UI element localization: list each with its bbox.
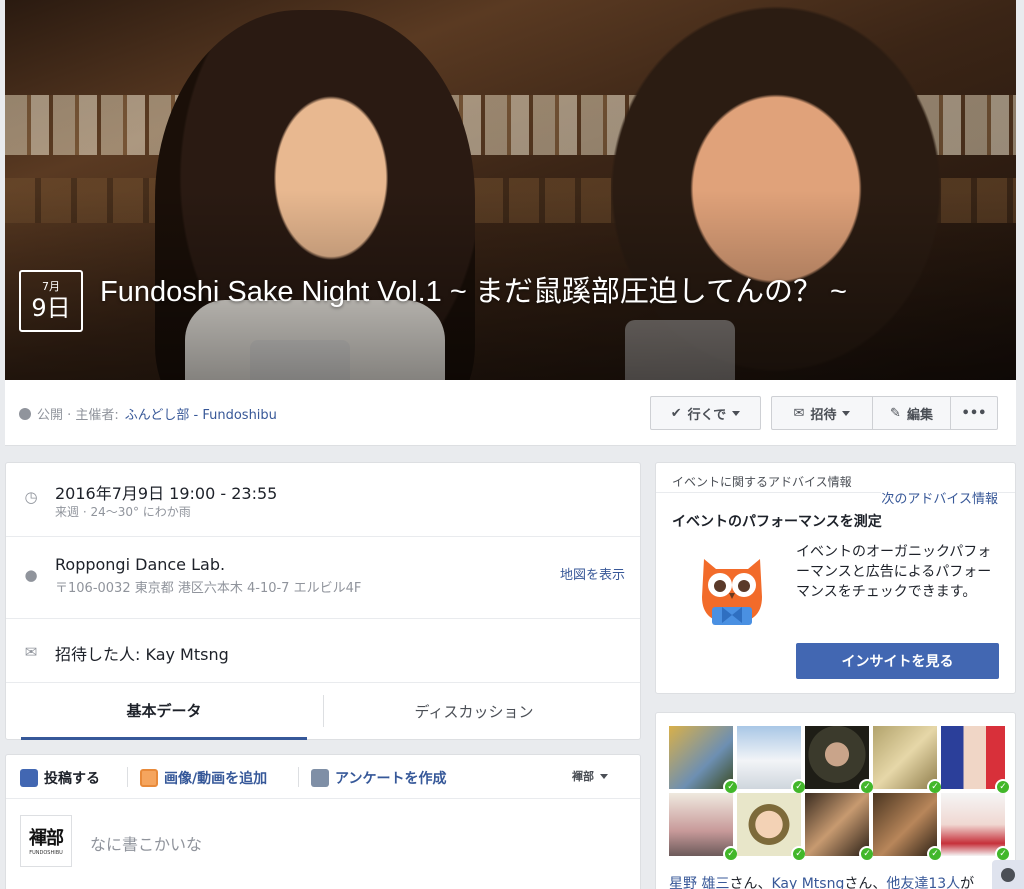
friend-photo[interactable]: ✓ [873,726,943,795]
composer-poll-label: アンケートを作成 [335,771,447,787]
edit-button[interactable]: ✎ 編集 [872,396,951,430]
composer-divider [127,767,128,787]
view-insights-button[interactable]: インサイトを見る [796,643,999,679]
show-map-link[interactable]: 地図を表示 [560,564,625,583]
tab-discussion[interactable]: ディスカッション [324,683,624,740]
check-icon: ✔ [670,405,682,421]
going-button[interactable]: ✔ 行くで [650,396,761,430]
next-tip-link[interactable]: 次のアドバイス情報 [881,488,998,507]
going-label: 行くで [687,407,727,423]
event-tabs: 基本データ ディスカッション [6,683,640,740]
envelope-icon: ✉ [24,643,38,661]
invited-by-row: ✉ 招待した人: Kay Mtsng [6,619,640,683]
owl-icon [702,559,762,625]
friend-photo[interactable]: ✓ [669,726,739,795]
friend-photo[interactable]: ✓ [737,793,807,862]
friend-suffix: さん、 [844,876,887,889]
cover-photo [5,0,1016,380]
more-icon: ••• [961,405,987,421]
friends-tail: が [960,876,975,889]
composer-photo-tab[interactable]: 画像/動画を追加 [140,768,267,788]
globe-icon [19,407,31,420]
event-header-bar: 公開 · 主催者: ふんどし部 - Fundoshibu ✔ 行くで ✉ 招待 … [5,380,1016,446]
privacy-info: 公開 · 主催者: ふんどし部 - Fundoshibu [19,404,277,423]
poll-icon [311,769,329,787]
other-friends-link[interactable]: 他友達13人 [886,876,960,889]
composer-poll-tab[interactable]: アンケートを作成 [311,768,446,788]
pencil-icon [20,769,38,787]
friend-photo[interactable]: ✓ [805,793,875,862]
page-avatar: 褌部 FUNDOSHIBU [20,815,72,867]
photo-icon [140,769,158,787]
friend-photo[interactable]: ✓ [941,726,1011,795]
audience-selector[interactable]: 褌部 [572,768,608,784]
tab-basic-info[interactable]: 基本データ [21,683,307,740]
composer-post-tab[interactable]: 投稿する [20,768,100,788]
envelope-icon: ✉ [793,405,805,421]
chevron-down-icon [842,410,851,416]
event-month: 7月 [42,280,60,293]
composer-input[interactable]: なに書こかいな [90,831,202,855]
composer-tabs: 投稿する 画像/動画を追加 アンケートを作成 褌部 [6,755,640,799]
event-title: Fundoshi Sake Night Vol.1 ~ まだ鼠蹊部圧迫してんの？… [100,276,847,308]
privacy-prefix: 公開 · 主催者: [37,408,119,423]
friends-going-card: ✓ ✓ ✓ ✓ ✓ ✓ ✓ ✓ ✓ ✓ 星野 雄三さん、Kay Mtsngさん、… [655,712,1016,889]
friend-photo[interactable]: ✓ [669,793,739,862]
event-weather: 来週 · 24〜30° にわか雨 [55,505,191,519]
time-row: ◷ 2016年7月9日 19:00 - 23:55 来週 · 24〜30° にわ… [6,463,640,537]
tips-header-title: イベントに関するアドバイス情報 [672,475,852,489]
venue-address: 〒106-0032 東京都 港区六本木 4-10-7 エルビル4F [55,581,362,596]
friend-photo[interactable]: ✓ [941,793,1011,862]
location-row: ● Roppongi Dance Lab. 〒106-0032 東京都 港区六本… [6,537,640,619]
edit-label: 編集 [906,407,933,423]
venue-name[interactable]: Roppongi Dance Lab. [55,555,225,574]
audience-label: 褌部 [572,770,594,783]
host-link[interactable]: ふんどし部 - Fundoshibu [125,404,277,423]
cover-shade [5,0,1016,380]
event-datetime: 2016年7月9日 19:00 - 23:55 [55,484,278,503]
chevron-down-icon [600,773,608,779]
invited-by: 招待した人: Kay Mtsng [55,645,229,664]
composer-post-label: 投稿する [44,771,100,787]
avatar-logo-subtext: FUNDOSHIBU [29,850,63,856]
friend-link[interactable]: Kay Mtsng [771,876,844,889]
friend-photo[interactable]: ✓ [873,793,943,862]
post-composer: 投稿する 画像/動画を追加 アンケートを作成 褌部 褌部 FUNDOSHIBU … [5,754,641,889]
invite-button[interactable]: ✉ 招待 [771,396,873,430]
more-button[interactable]: ••• [950,396,998,430]
composer-divider [298,767,299,787]
tips-header: イベントに関するアドバイス情報 次のアドバイス情報 [656,463,1015,507]
event-date-badge: 7月 9日 [19,270,83,332]
tips-title: イベントのパフォーマンスを測定 [672,514,882,530]
chevron-down-icon [732,410,741,416]
friend-link[interactable]: 星野 雄三 [669,876,729,889]
friend-photo[interactable]: ✓ [737,726,807,795]
composer-photo-label: 画像/動画を追加 [164,771,268,787]
clock-icon: ◷ [24,488,38,506]
event-tips-card: イベントに関するアドバイス情報 次のアドバイス情報 イベントのパフォーマンスを測… [655,462,1016,694]
event-day: 9日 [31,294,71,322]
friend-photo[interactable]: ✓ [805,726,875,795]
event-details-card: ◷ 2016年7月9日 19:00 - 23:55 来週 · 24〜30° にわ… [5,462,641,740]
location-pin-icon: ● [24,566,38,584]
avatar-logo-text: 褌部 [29,828,64,849]
invite-label: 招待 [810,407,837,423]
tips-body: イベントのオーガニックパフォーマンスと広告によるパフォーマンスをチェックできます… [796,544,992,600]
language-globe-icon[interactable] [992,860,1024,889]
pencil-icon: ✎ [890,405,901,421]
friend-suffix: さん、 [729,876,772,889]
friends-going-summary: 星野 雄三さん、Kay Mtsngさん、他友達13人が [669,873,974,889]
